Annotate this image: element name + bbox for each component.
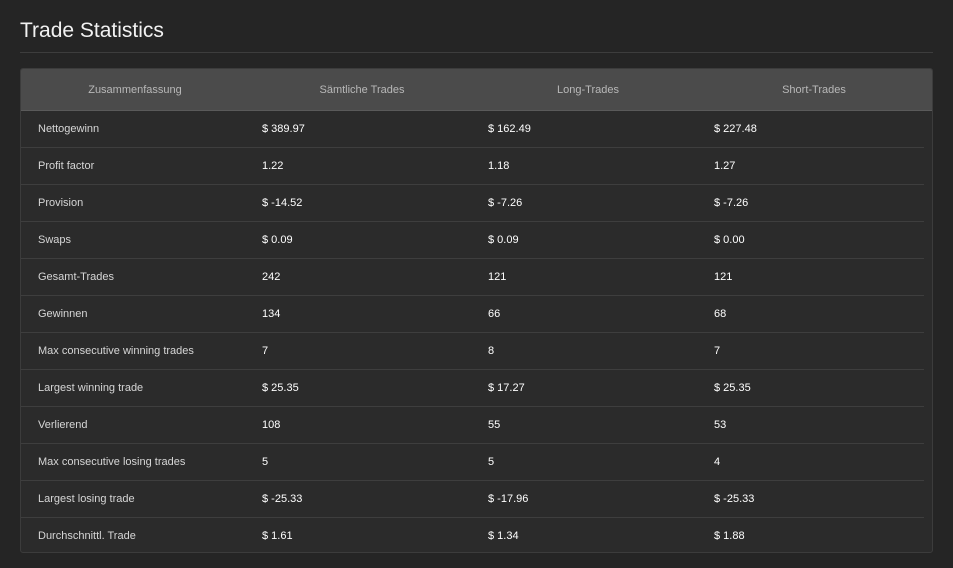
table-row: Max consecutive winning trades 7 8 7: [21, 333, 924, 370]
cell-long-trades: 55: [488, 419, 501, 431]
cell-all-trades: $ -25.33: [262, 493, 303, 505]
cell-all-trades: $ 0.09: [262, 234, 293, 246]
cell-long-trades: 121: [488, 271, 507, 283]
cell-all-trades: $ -14.52: [262, 197, 303, 209]
row-label: Provision: [38, 197, 84, 209]
table-row: Swaps $ 0.09 $ 0.09 $ 0.00: [21, 222, 924, 259]
cell-all-trades: 134: [262, 308, 281, 320]
cell-all-trades: 242: [262, 271, 281, 283]
cell-all-trades: $ 25.35: [262, 382, 299, 394]
row-label: Durchschnittl. Trade: [38, 530, 136, 542]
row-label: Nettogewinn: [38, 123, 100, 135]
cell-short-trades: $ 1.88: [714, 530, 745, 542]
table-row: Verlierend 108 55 53: [21, 407, 924, 444]
title-divider: [20, 52, 933, 53]
table-row: Durchschnittl. Trade $ 1.61 $ 1.34 $ 1.8…: [21, 518, 924, 552]
row-label: Gewinnen: [38, 308, 88, 320]
trade-statistics-table: Zusammenfassung Sämtliche Trades Long-Tr…: [20, 68, 933, 553]
cell-long-trades: 1.18: [488, 160, 510, 172]
table-row: Largest winning trade $ 25.35 $ 17.27 $ …: [21, 370, 924, 407]
cell-long-trades: $ 162.49: [488, 123, 531, 135]
row-label: Verlierend: [38, 419, 88, 431]
cell-all-trades: $ 389.97: [262, 123, 305, 135]
cell-long-trades: 8: [488, 345, 495, 357]
column-header-all-trades: Sämtliche Trades: [319, 83, 405, 96]
cell-short-trades: 7: [714, 345, 721, 357]
cell-all-trades: 108: [262, 419, 281, 431]
table-row: Max consecutive losing trades 5 5 4: [21, 444, 924, 481]
cell-short-trades: $ 25.35: [714, 382, 751, 394]
cell-long-trades: $ 1.34: [488, 530, 519, 542]
row-label: Swaps: [38, 234, 72, 246]
table-row: Nettogewinn $ 389.97 $ 162.49 $ 227.48: [21, 111, 924, 148]
cell-long-trades: 5: [488, 456, 495, 468]
page-title: Trade Statistics: [20, 19, 164, 42]
table-row: Largest losing trade $ -25.33 $ -17.96 $…: [21, 481, 924, 518]
row-label: Largest winning trade: [38, 382, 144, 394]
table-row: Provision $ -14.52 $ -7.26 $ -7.26: [21, 185, 924, 222]
cell-long-trades: $ 17.27: [488, 382, 525, 394]
row-label: Profit factor: [38, 160, 95, 172]
column-header-short-trades: Short-Trades: [782, 83, 846, 96]
cell-short-trades: $ -25.33: [714, 493, 755, 505]
cell-short-trades: 68: [714, 308, 727, 320]
cell-short-trades: $ 0.00: [714, 234, 745, 246]
cell-all-trades: 5: [262, 456, 269, 468]
column-header-summary: Zusammenfassung: [88, 83, 182, 96]
cell-all-trades: $ 1.61: [262, 530, 293, 542]
cell-long-trades: 66: [488, 308, 501, 320]
cell-short-trades: 53: [714, 419, 727, 431]
row-label: Gesamt-Trades: [38, 271, 115, 283]
cell-short-trades: 121: [714, 271, 733, 283]
cell-short-trades: 1.27: [714, 160, 736, 172]
cell-long-trades: $ -17.96: [488, 493, 529, 505]
cell-all-trades: 1.22: [262, 160, 284, 172]
table-body: Nettogewinn $ 389.97 $ 162.49 $ 227.48 P…: [21, 111, 932, 552]
table-row: Profit factor 1.22 1.18 1.27: [21, 148, 924, 185]
row-label: Largest losing trade: [38, 493, 135, 505]
table-row: Gewinnen 134 66 68: [21, 296, 924, 333]
cell-all-trades: 7: [262, 345, 269, 357]
table-row: Gesamt-Trades 242 121 121: [21, 259, 924, 296]
column-header-long-trades: Long-Trades: [557, 83, 619, 96]
cell-short-trades: $ 227.48: [714, 123, 757, 135]
table-header: Zusammenfassung Sämtliche Trades Long-Tr…: [21, 69, 932, 111]
cell-long-trades: $ 0.09: [488, 234, 519, 246]
cell-short-trades: $ -7.26: [714, 197, 749, 209]
row-label: Max consecutive winning trades: [38, 345, 194, 357]
row-label: Max consecutive losing trades: [38, 456, 186, 468]
cell-long-trades: $ -7.26: [488, 197, 523, 209]
cell-short-trades: 4: [714, 456, 721, 468]
